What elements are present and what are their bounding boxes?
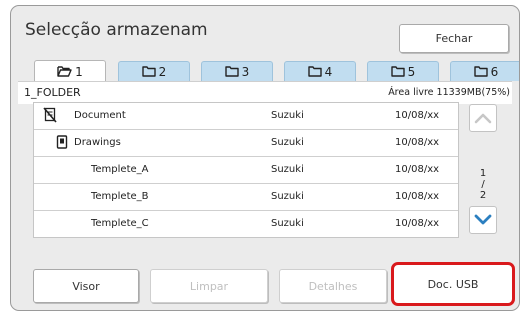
folder-icon [224, 66, 239, 77]
file-name: Drawings [74, 137, 121, 148]
file-owner: Suzuki [271, 164, 304, 175]
total-pages: 2 [479, 190, 487, 201]
file-owner: Suzuki [271, 137, 304, 148]
tab-folder-6[interactable]: 6 [450, 61, 519, 81]
file-date: 10/08/xx [395, 110, 440, 121]
tab-label: 5 [407, 64, 416, 79]
storage-selection-dialog: Selecção armazenam Fechar 1 2 3 4 5 6 1_… [10, 5, 520, 311]
file-date: 10/08/xx [395, 218, 440, 229]
folder-info-bar: 1_FOLDER Área livre 11339MB(75%) [18, 81, 512, 104]
tab-label: 3 [241, 64, 250, 79]
close-button[interactable]: Fechar [399, 24, 509, 53]
file-owner: Suzuki [271, 191, 304, 202]
current-page: 1 [479, 168, 487, 179]
file-owner: Suzuki [271, 110, 304, 121]
file-name: Document [74, 110, 126, 121]
file-owner: Suzuki [271, 218, 304, 229]
file-date: 10/08/xx [395, 137, 440, 148]
visor-button[interactable]: Visor [33, 269, 139, 303]
file-date: 10/08/xx [395, 164, 440, 175]
chevron-up-icon [474, 113, 492, 124]
file-list: Document Suzuki 10/08/xx Drawings Suzuki… [33, 102, 459, 238]
file-row[interactable]: Document Suzuki 10/08/xx [34, 103, 458, 130]
detalhes-button[interactable]: Detalhes [279, 269, 387, 303]
file-row[interactable]: Templete_A Suzuki 10/08/xx [34, 157, 458, 184]
folder-icon [473, 66, 488, 77]
page-separator: / [481, 179, 485, 190]
tab-folder-5[interactable]: 5 [367, 61, 439, 81]
tab-folder-4[interactable]: 4 [284, 61, 356, 81]
folder-open-icon [57, 66, 72, 77]
tab-folder-2[interactable]: 2 [118, 61, 190, 81]
page-scroller: 1 / 2 [461, 102, 519, 236]
tab-label: 4 [324, 64, 333, 79]
file-name: Templete_B [91, 191, 149, 202]
tab-label: 1 [75, 64, 83, 79]
scroll-up-button[interactable] [469, 104, 497, 132]
doc-usb-button[interactable]: Doc. USB [391, 262, 515, 306]
tab-label: 6 [490, 64, 499, 79]
tab-folder-3[interactable]: 3 [201, 61, 273, 81]
chevron-down-icon [474, 214, 492, 225]
file-row[interactable]: Templete_B Suzuki 10/08/xx [34, 184, 458, 211]
folder-icon [141, 66, 156, 77]
lock-icon [56, 134, 68, 153]
folder-icon [307, 66, 322, 77]
folder-name: 1_FOLDER [24, 86, 81, 99]
dialog-title: Selecção armazenam [25, 20, 208, 40]
file-date: 10/08/xx [395, 191, 440, 202]
scroll-down-button[interactable] [469, 206, 497, 234]
page-indicator: 1 / 2 [469, 168, 497, 201]
tab-label: 2 [158, 64, 167, 79]
limpar-button[interactable]: Limpar [150, 269, 268, 303]
free-space-label: Área livre 11339MB(75%) [388, 87, 510, 98]
tab-folder-1[interactable]: 1 [34, 60, 106, 82]
folder-icon [390, 66, 405, 77]
file-row[interactable]: Drawings Suzuki 10/08/xx [34, 130, 458, 157]
file-name: Templete_A [91, 164, 149, 175]
crossed-document-icon [43, 107, 57, 126]
file-name: Templete_C [91, 218, 149, 229]
file-row[interactable]: Templete_C Suzuki 10/08/xx [34, 211, 458, 237]
